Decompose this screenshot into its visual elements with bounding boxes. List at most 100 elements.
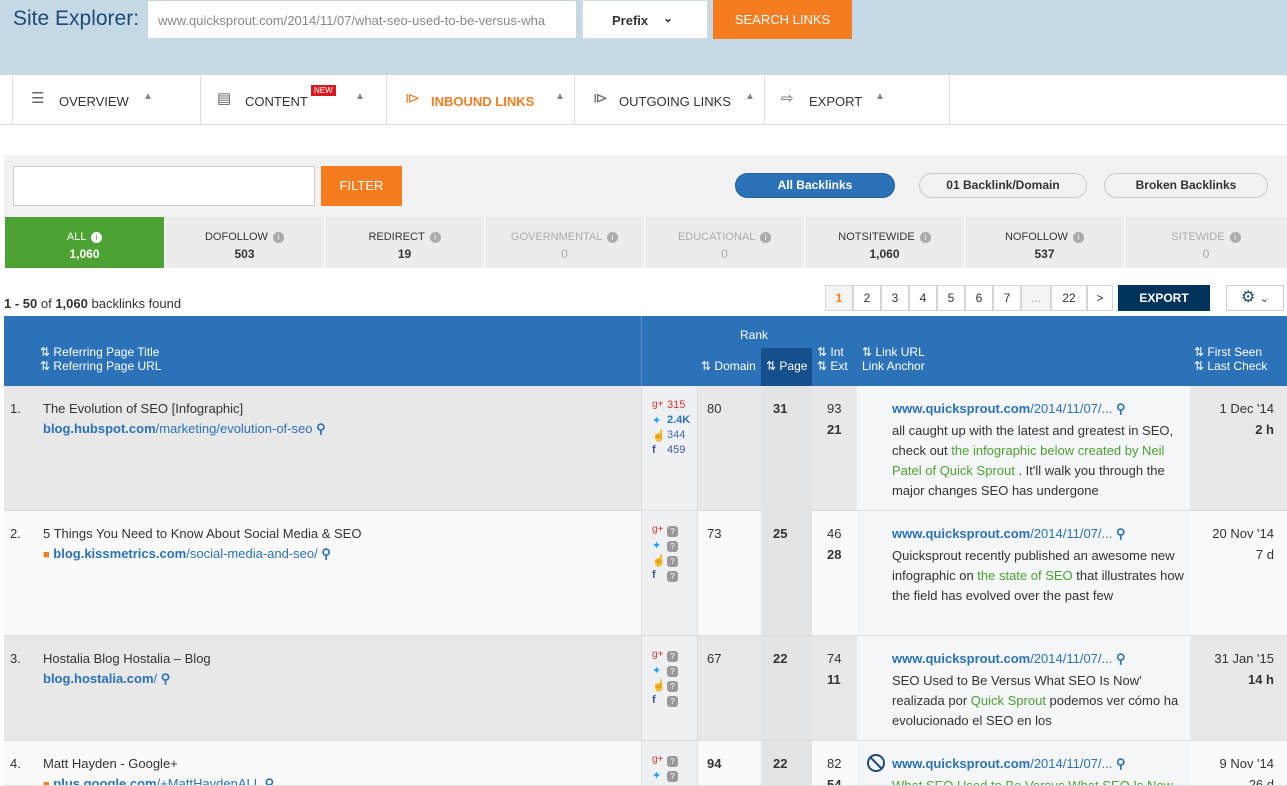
- search-icon[interactable]: ⚲: [321, 546, 331, 561]
- ext-count: 54: [827, 777, 842, 786]
- domain-header-label: Domain: [714, 359, 756, 373]
- link-url[interactable]: www.quicksprout.com/2014/11/07/... ⚲: [892, 526, 1126, 542]
- link-url-header[interactable]: ⇅ Link URL Link Anchor: [862, 345, 925, 373]
- int-ext-header[interactable]: ⇅ Int ⇅ Ext: [817, 345, 848, 373]
- one-backlink-per-domain-pill[interactable]: 01 Backlink/Domain: [919, 173, 1087, 198]
- ext-count: 21: [827, 422, 842, 437]
- tab-content[interactable]: ▤ CONTENT NEW ▲: [200, 75, 386, 125]
- link-url[interactable]: www.quicksprout.com/2014/11/07/... ⚲: [892, 651, 1126, 667]
- category-nofollow[interactable]: NOFOLLOW i 537: [964, 217, 1124, 268]
- page-rank-cell: 25: [761, 511, 812, 635]
- first-seen: 9 Nov '14: [1219, 756, 1274, 771]
- search-bar: Site Explorer: www.quicksprout.com/2014/…: [0, 0, 1287, 75]
- page-2[interactable]: 2: [853, 285, 881, 311]
- caret-up-icon: ▲: [555, 91, 565, 102]
- page-rank-cell: 31: [761, 386, 812, 510]
- all-backlinks-pill[interactable]: All Backlinks: [735, 173, 895, 198]
- dates: 1 Dec '14 2 h: [1194, 401, 1274, 437]
- sort-desc-icon: ⇅: [766, 359, 777, 373]
- category-all[interactable]: ALL i 1,060: [4, 217, 164, 268]
- link-anchor: all caught up with the latest and greate…: [892, 421, 1184, 501]
- info-icon: i: [273, 231, 284, 243]
- content-icon: ▤: [217, 90, 232, 107]
- link-cell: www.quicksprout.com/2014/11/07/... ⚲ Qui…: [857, 511, 1190, 635]
- filter-button[interactable]: FILTER: [321, 166, 402, 206]
- sort-icon: ⇅: [862, 345, 873, 359]
- search-icon[interactable]: ⚲: [1116, 651, 1126, 666]
- filter-input[interactable]: [13, 166, 315, 206]
- referring-page-url[interactable]: ■ plus.google.com/+MattHaydenALL ⚲: [43, 776, 275, 785]
- info-icon: i: [1073, 231, 1084, 243]
- tab-outgoing-links[interactable]: ⧐ OUTGOING LINKS ▲: [574, 75, 764, 125]
- page-6[interactable]: 6: [965, 285, 993, 311]
- broken-backlinks-pill[interactable]: Broken Backlinks: [1104, 173, 1268, 198]
- url-host: blog.hubspot.com: [43, 421, 156, 436]
- referring-page-title[interactable]: Matt Hayden - Google+: [43, 756, 178, 771]
- info-icon: i: [1229, 231, 1241, 243]
- url-input[interactable]: www.quicksprout.com/2014/11/07/what-seo-…: [147, 0, 577, 39]
- settings-dropdown[interactable]: ⚙ ⌄: [1226, 285, 1284, 311]
- domain-rank: 67: [707, 651, 722, 666]
- link-url[interactable]: www.quicksprout.com/2014/11/07/... ⚲: [892, 756, 1126, 772]
- category-label: SITEWIDE: [1171, 231, 1225, 243]
- tab-overview[interactable]: ☰ OVERVIEW ▲: [12, 75, 200, 125]
- category-count: 537: [1034, 247, 1055, 261]
- search-icon[interactable]: ⚲: [161, 671, 171, 686]
- tab-outgoing-links-label: OUTGOING LINKS: [619, 94, 731, 109]
- outgoing-link-icon: ⧐: [593, 90, 608, 107]
- table-row: 1. The Evolution of SEO [Infographic] bl…: [4, 386, 1287, 511]
- page-1[interactable]: 1: [825, 285, 853, 311]
- referring-page-title[interactable]: 5 Things You Need to Know About Social M…: [43, 526, 361, 541]
- search-icon[interactable]: ⚲: [316, 421, 326, 436]
- gear-icon: ⚙: [1240, 289, 1256, 306]
- tab-export[interactable]: ⇨ EXPORT ▲: [764, 75, 950, 125]
- url-host: blog.hostalia.com: [43, 671, 154, 686]
- twitter-icon: ✦: [652, 770, 662, 782]
- page-4[interactable]: 4: [909, 285, 937, 311]
- category-dofollow[interactable]: DOFOLLOW i 503: [164, 217, 324, 268]
- likes-count: 344: [667, 429, 686, 441]
- domain-rank-header[interactable]: ⇅ Domain: [701, 359, 756, 373]
- page-7[interactable]: 7: [993, 285, 1021, 311]
- row-number: 2.: [10, 526, 21, 541]
- link-anchor-header-label: Link Anchor: [862, 359, 925, 373]
- referring-page-title[interactable]: Hostalia Blog Hostalia – Blog: [43, 651, 211, 666]
- page-rank-cell: 22: [761, 636, 812, 740]
- search-icon[interactable]: ⚲: [1116, 526, 1126, 541]
- dates-header[interactable]: ⇅ First Seen ⇅ Last Check: [1194, 345, 1267, 373]
- page-5[interactable]: 5: [937, 285, 965, 311]
- category-count: 1,060: [869, 247, 900, 261]
- tab-inbound-links[interactable]: ⧐ INBOUND LINKS ▲: [386, 75, 574, 125]
- referring-page-url[interactable]: blog.hubspot.com/marketing/evolution-of-…: [43, 421, 326, 437]
- next-page-button[interactable]: >: [1087, 285, 1113, 311]
- search-icon[interactable]: ⚲: [1116, 401, 1126, 416]
- page-3[interactable]: 3: [881, 285, 909, 311]
- referring-page-title[interactable]: The Evolution of SEO [Infographic]: [43, 401, 243, 416]
- page-ellipsis: ...: [1021, 285, 1051, 311]
- sort-icon: ⇅: [701, 359, 712, 373]
- twitter-count: ?: [667, 771, 678, 782]
- referring-page-header[interactable]: ⇅ Referring Page Title ⇅ Referring Page …: [40, 345, 161, 373]
- export-button[interactable]: EXPORT: [1118, 285, 1210, 311]
- referring-page-url[interactable]: ■ blog.kissmetrics.com/social-media-and-…: [43, 546, 331, 562]
- link-anchor: What SEO Used to Be Versus What SEO Is N…: [892, 776, 1184, 785]
- search-icon[interactable]: ⚲: [265, 776, 275, 785]
- row-number: 4.: [10, 756, 21, 771]
- page-rank: 31: [773, 401, 788, 416]
- table-row: 3. Hostalia Blog Hostalia – Blog blog.ho…: [4, 636, 1287, 741]
- sort-icon: ⇅: [817, 345, 828, 359]
- link-url[interactable]: www.quicksprout.com/2014/11/07/... ⚲: [892, 401, 1126, 417]
- page-22[interactable]: 22: [1051, 285, 1087, 311]
- page-rank-cell: 22: [761, 741, 812, 785]
- referring-page-url[interactable]: blog.hostalia.com/ ⚲: [43, 671, 170, 687]
- domain-rank: 94: [707, 756, 722, 771]
- category-notsitewide[interactable]: NOTSITEWIDE i 1,060: [804, 217, 964, 268]
- search-icon[interactable]: ⚲: [1116, 756, 1126, 771]
- page-rank-header[interactable]: ⇅ Page: [766, 359, 807, 373]
- prefix-dropdown[interactable]: Prefix ⌄: [582, 0, 708, 39]
- search-links-button[interactable]: SEARCH LINKS: [713, 0, 852, 39]
- category-redirect[interactable]: REDIRECT i 19: [324, 217, 484, 268]
- caret-up-icon: ▲: [875, 91, 885, 102]
- link-type-filters: ALL i 1,060 DOFOLLOW i 503 REDIRECT i 19…: [4, 217, 1287, 268]
- results-total: 1,060: [55, 296, 88, 311]
